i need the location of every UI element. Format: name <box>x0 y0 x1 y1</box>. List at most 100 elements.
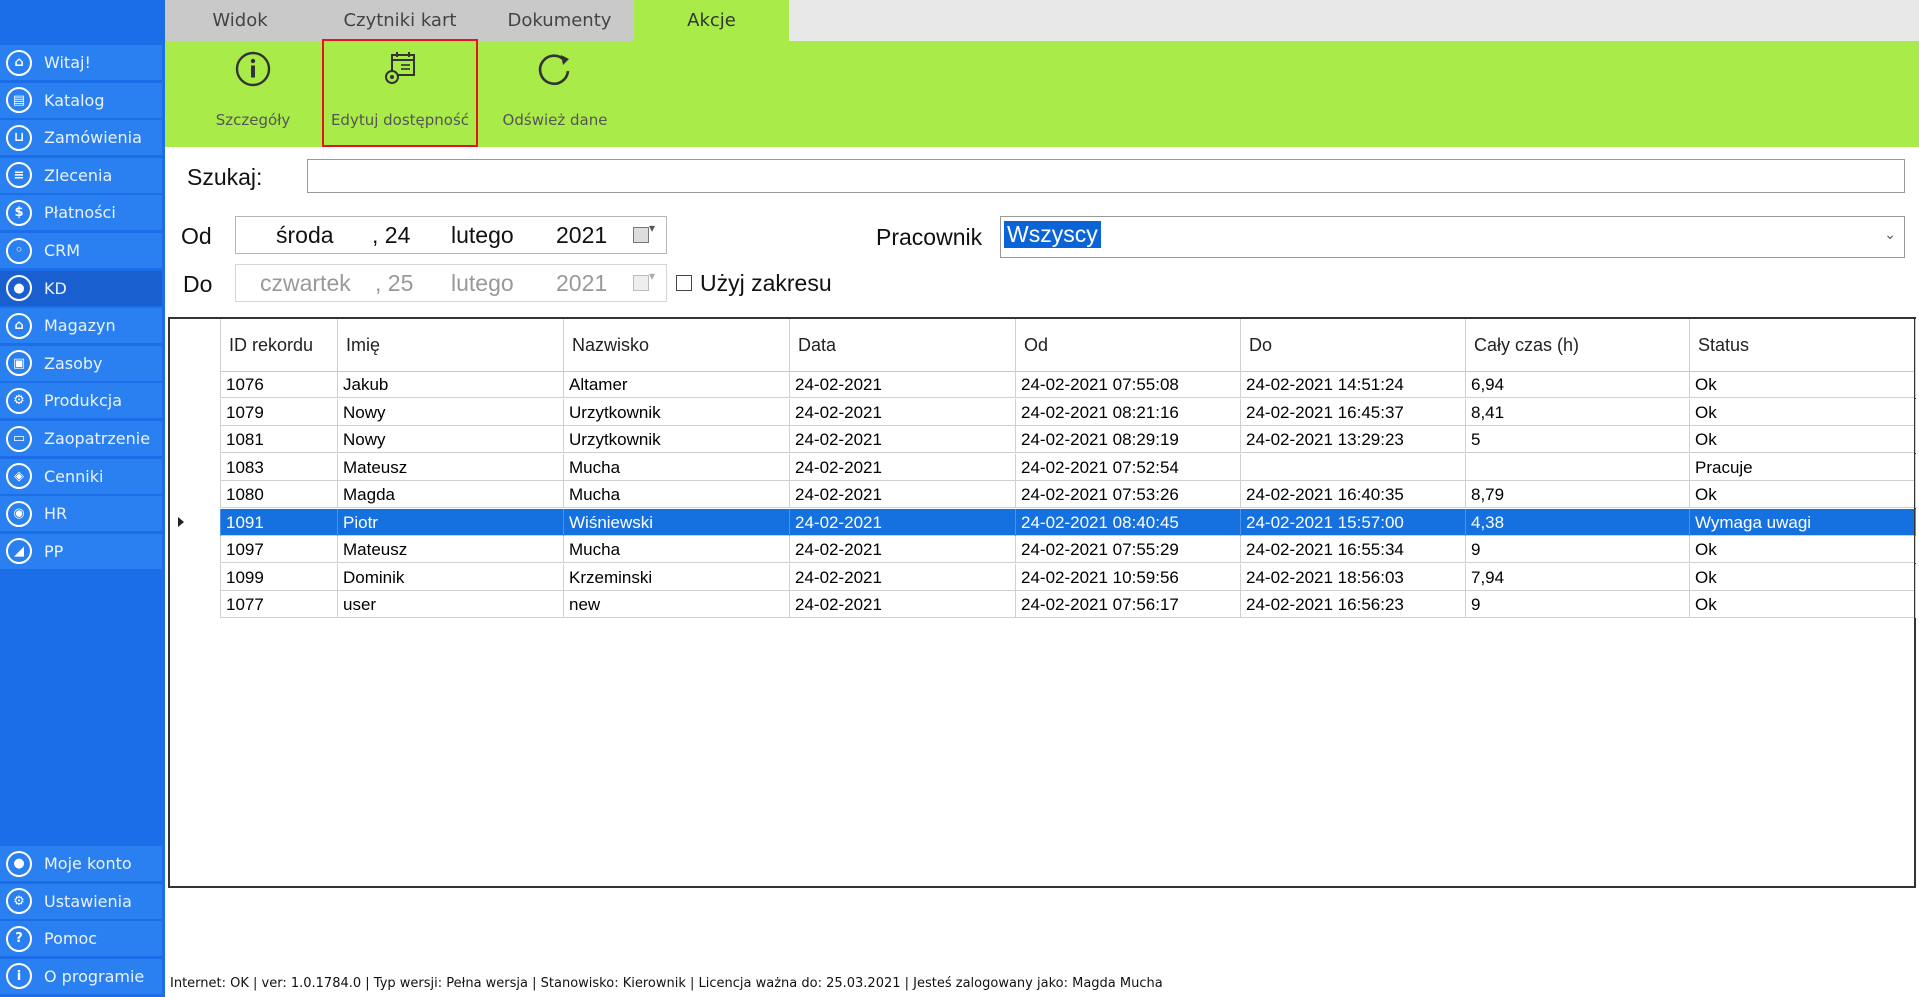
sidebar-item-kd[interactable]: ● KD <box>0 270 162 306</box>
table-cell[interactable]: Urzytkownik <box>564 426 790 453</box>
table-cell[interactable]: 24-02-2021 07:55:08 <box>1016 371 1241 398</box>
table-cell[interactable]: 24-02-2021 08:29:19 <box>1016 426 1241 453</box>
column-header[interactable]: Od <box>1016 319 1241 371</box>
column-header[interactable]: Data <box>790 319 1016 371</box>
table-cell[interactable]: 24-02-2021 18:56:03 <box>1241 563 1466 591</box>
column-header[interactable]: Nazwisko <box>564 319 790 371</box>
row-header[interactable] <box>170 398 221 426</box>
sidebar-item-ustawienia[interactable]: ⚙ Ustawienia <box>0 883 162 919</box>
table-cell[interactable] <box>1466 453 1690 481</box>
row-header[interactable] <box>170 591 221 618</box>
table-cell[interactable]: Ok <box>1690 563 1916 591</box>
table-row[interactable]: 1081 Nowy Urzytkownik 24-02-2021 24-02-2021 … <box>170 426 1916 453</box>
column-header[interactable]: Cały czas (h) <box>1466 319 1690 371</box>
tab-czytniki-kart[interactable]: Czytniki kart <box>315 0 485 41</box>
row-header[interactable] <box>170 371 221 398</box>
table-cell[interactable]: 8,79 <box>1466 481 1690 508</box>
table-cell[interactable]: 24-02-2021 <box>790 453 1016 481</box>
table-cell[interactable]: Piotr <box>338 508 564 536</box>
table-cell[interactable]: Wymaga uwagi <box>1690 508 1916 536</box>
table-cell[interactable]: Pracuje <box>1690 453 1916 481</box>
table-cell[interactable]: 24-02-2021 <box>790 591 1016 618</box>
table-cell[interactable]: 1097 <box>221 536 338 563</box>
sidebar-item-produkcja[interactable]: ⚙ Produkcja <box>0 383 162 419</box>
table-cell[interactable]: Altamer <box>564 371 790 398</box>
table-row[interactable]: 1080 Magda Mucha 24-02-2021 24-02-2021 07:53… <box>170 481 1916 508</box>
row-header[interactable] <box>170 563 221 591</box>
sidebar-item-o-programie[interactable]: i O programie <box>0 958 162 994</box>
row-header[interactable] <box>170 508 221 536</box>
table-cell[interactable]: 1081 <box>221 426 338 453</box>
table-cell[interactable]: Ok <box>1690 371 1916 398</box>
table-cell[interactable]: 24-02-2021 15:57:00 <box>1241 508 1466 536</box>
table-cell[interactable]: 24-02-2021 10:59:56 <box>1016 563 1241 591</box>
table-cell[interactable]: 1076 <box>221 371 338 398</box>
table-cell[interactable]: 24-02-2021 07:52:54 <box>1016 453 1241 481</box>
table-cell[interactable]: 6,94 <box>1466 371 1690 398</box>
table-cell[interactable]: Krzeminski <box>564 563 790 591</box>
sidebar-item-zlecenia[interactable]: ≡ Zlecenia <box>0 157 162 193</box>
table-row[interactable]: 1076 Jakub Altamer 24-02-2021 24-02-2021 07:… <box>170 371 1916 398</box>
table-row[interactable]: 1099 Dominik Krzeminski 24-02-2021 24-02-202… <box>170 563 1916 591</box>
table-cell[interactable]: Mucha <box>564 481 790 508</box>
sidebar-item-witaj[interactable]: ⌂ Witaj! <box>0 45 162 80</box>
table-cell[interactable]: 24-02-2021 13:29:23 <box>1241 426 1466 453</box>
table-cell[interactable]: Jakub <box>338 371 564 398</box>
table-cell[interactable]: 7,94 <box>1466 563 1690 591</box>
row-header[interactable] <box>170 481 221 508</box>
table-cell[interactable]: Magda <box>338 481 564 508</box>
tab-widok[interactable]: Widok <box>165 0 315 41</box>
sidebar-item-moje-konto[interactable]: ● Moje konto <box>0 846 162 881</box>
table-cell[interactable]: 24-02-2021 16:55:34 <box>1241 536 1466 563</box>
row-header[interactable] <box>170 453 221 481</box>
table-row[interactable]: 1091 Piotr Wiśniewski 24-02-2021 24-02-2021 … <box>170 508 1916 536</box>
table-cell[interactable]: 24-02-2021 07:55:29 <box>1016 536 1241 563</box>
table-cell[interactable]: 5 <box>1466 426 1690 453</box>
table-cell[interactable]: 24-02-2021 <box>790 508 1016 536</box>
table-cell[interactable]: user <box>338 591 564 618</box>
table-cell[interactable]: 24-02-2021 16:56:23 <box>1241 591 1466 618</box>
sidebar-item-zasoby[interactable]: ▣ Zasoby <box>0 345 162 381</box>
table-cell[interactable]: Mucha <box>564 536 790 563</box>
table-cell[interactable]: Ok <box>1690 398 1916 426</box>
edit-availability-button[interactable]: Edytuj dostępność <box>322 39 478 147</box>
from-date-picker[interactable]: środa , 24 lutego 2021 ▾ <box>235 216 667 254</box>
search-input[interactable] <box>307 159 1905 193</box>
table-cell[interactable]: Nowy <box>338 426 564 453</box>
sidebar-item-p-atno-ci[interactable]: $ Płatności <box>0 195 162 231</box>
table-cell[interactable]: 24-02-2021 16:45:37 <box>1241 398 1466 426</box>
table-cell[interactable]: 1083 <box>221 453 338 481</box>
table-cell[interactable]: Ok <box>1690 536 1916 563</box>
sidebar-item-crm[interactable]: ◦ CRM <box>0 233 162 268</box>
table-cell[interactable]: 1079 <box>221 398 338 426</box>
sidebar-item-pp[interactable]: ◢ PP <box>0 533 162 569</box>
table-cell[interactable]: 24-02-2021 <box>790 563 1016 591</box>
sidebar-item-katalog[interactable]: ▤ Katalog <box>0 82 162 118</box>
table-cell[interactable]: Mateusz <box>338 536 564 563</box>
table-cell[interactable]: Wiśniewski <box>564 508 790 536</box>
column-header[interactable]: Imię <box>338 319 564 371</box>
table-cell[interactable]: 24-02-2021 <box>790 481 1016 508</box>
table-row[interactable]: 1083 Mateusz Mucha 24-02-2021 24-02-2021 07:… <box>170 453 1916 481</box>
table-cell[interactable]: 24-02-2021 <box>790 371 1016 398</box>
table-cell[interactable]: Mucha <box>564 453 790 481</box>
table-cell[interactable]: 1099 <box>221 563 338 591</box>
column-header[interactable]: ID rekordu <box>221 319 338 371</box>
table-cell[interactable]: 9 <box>1466 536 1690 563</box>
table-cell[interactable]: Ok <box>1690 481 1916 508</box>
details-button[interactable]: Szczegóły <box>198 41 308 147</box>
table-cell[interactable]: 24-02-2021 08:40:45 <box>1016 508 1241 536</box>
table-cell[interactable]: Nowy <box>338 398 564 426</box>
row-header[interactable] <box>170 426 221 453</box>
table-cell[interactable]: 9 <box>1466 591 1690 618</box>
table-cell[interactable]: Mateusz <box>338 453 564 481</box>
table-cell[interactable]: 4,38 <box>1466 508 1690 536</box>
table-cell[interactable]: 24-02-2021 <box>790 398 1016 426</box>
table-cell[interactable]: 1091 <box>221 508 338 536</box>
tab-dokumenty[interactable]: Dokumenty <box>485 0 634 41</box>
table-cell[interactable]: Ok <box>1690 426 1916 453</box>
table-row[interactable]: 1079 Nowy Urzytkownik 24-02-2021 24-02-2021 … <box>170 398 1916 426</box>
sidebar-item-zaopatrzenie[interactable]: ▭ Zaopatrzenie <box>0 421 162 456</box>
table-cell[interactable]: new <box>564 591 790 618</box>
table-cell[interactable]: Ok <box>1690 591 1916 618</box>
